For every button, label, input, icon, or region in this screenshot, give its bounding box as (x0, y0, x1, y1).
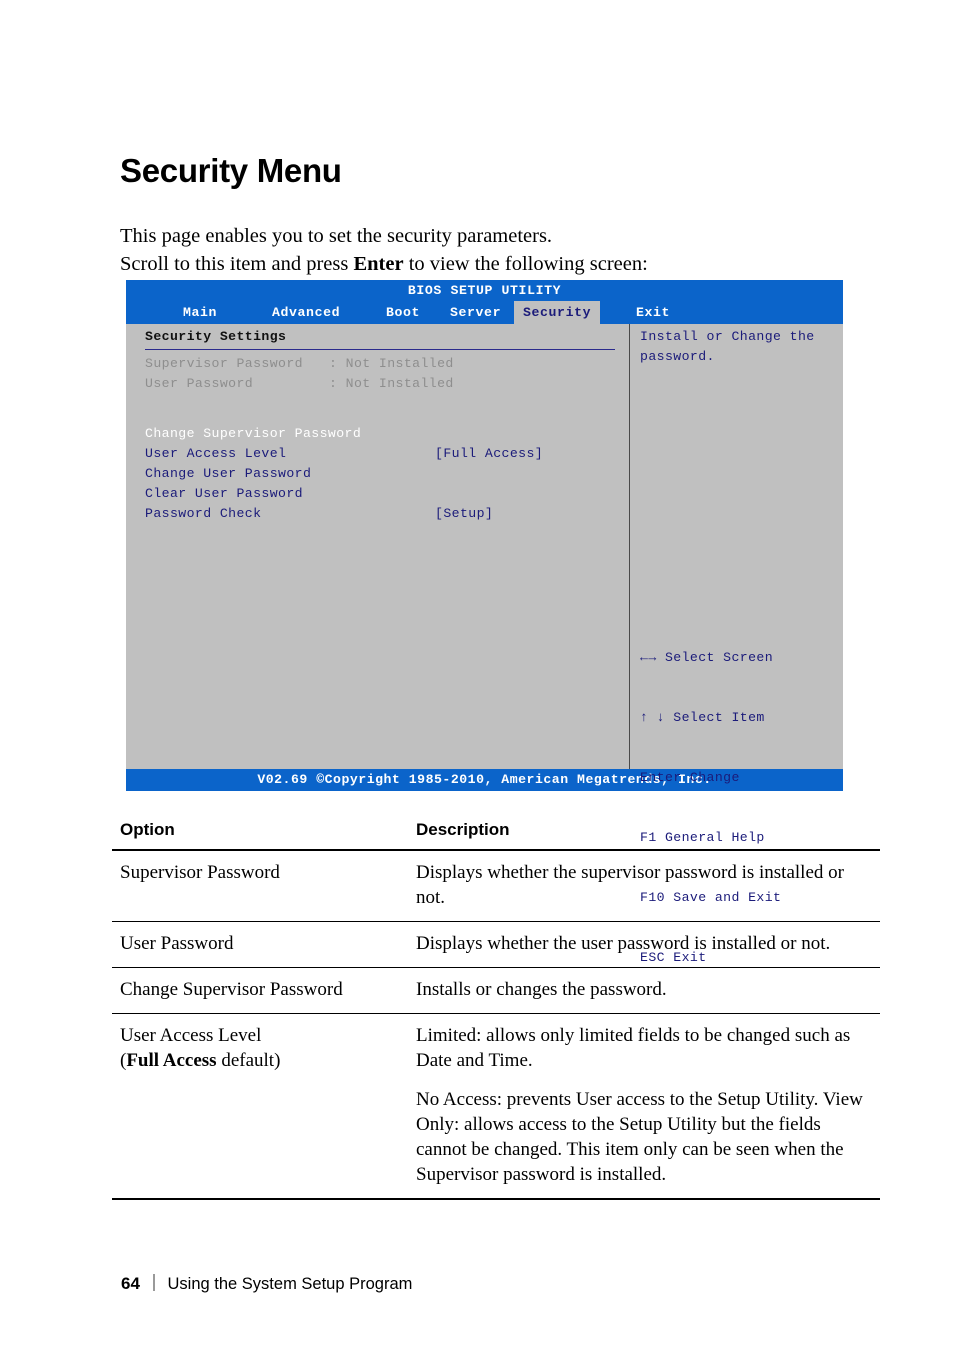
bios-row-clear-user-password[interactable]: Clear User Password (145, 484, 303, 504)
description-paragraph: Displays whether the user password is in… (416, 933, 831, 954)
bios-help-text: Install or Change the password. (640, 329, 815, 364)
bios-title: BIOS SETUP UTILITY (126, 280, 843, 301)
note-suffix: default) (216, 1050, 281, 1071)
bios-row-password-check[interactable]: Password Check [Setup] (145, 504, 493, 524)
description-paragraph: Installs or changes the password. (416, 979, 667, 1000)
bios-row-change-user-password[interactable]: Change User Password (145, 464, 311, 484)
bios-setup-screenshot: BIOS SETUP UTILITY Main Advanced Boot Se… (126, 280, 843, 965)
intro-line-1: This page enables you to set the securit… (120, 225, 553, 247)
bios-tab-main[interactable]: Main (174, 301, 226, 324)
bios-menu-bar[interactable]: Main Advanced Boot Server Security Exit (126, 301, 843, 324)
table-row: Supervisor Password Displays whether the… (112, 850, 880, 922)
footer-section-title: Using the System Setup Program (167, 1275, 413, 1293)
description-paragraph: Limited: allows only limited fields to b… (416, 1025, 851, 1071)
description-paragraph: Displays whether the supervisor password… (416, 862, 844, 908)
intro-line-2-prefix: Scroll to this item and press (120, 253, 354, 275)
column-header-description: Description (408, 818, 880, 851)
bios-row-change-supervisor-password[interactable]: Change Supervisor Password (145, 424, 361, 444)
bios-tab-security[interactable]: Security (514, 301, 601, 324)
table-row: Change Supervisor Password Installs or c… (112, 967, 880, 1014)
bios-row-label: Clear User Password (145, 486, 303, 501)
legend-enter-change: Enter Change (640, 770, 740, 785)
legend-select-screen: ←→ Select Screen (640, 650, 774, 665)
bios-row-value[interactable]: [Full Access] (435, 444, 543, 464)
cell-option: User Password (112, 921, 408, 968)
bios-row-label: User Password (145, 376, 254, 391)
cell-description: Displays whether the user password is in… (408, 921, 880, 968)
bios-section-heading: Security Settings (145, 329, 287, 344)
table-row: User Access Level (Full Access default) … (112, 1013, 880, 1200)
cell-description: Displays whether the supervisor password… (408, 850, 880, 922)
bios-row-label: User Access Level (145, 446, 287, 461)
cell-description: Limited: allows only limited fields to b… (408, 1013, 880, 1200)
table-header-row: Option Description (112, 818, 880, 851)
bios-row-value: : Not Installed (329, 356, 454, 371)
bios-row-value: : Not Installed (329, 376, 454, 391)
intro-paragraph: This page enables you to set the securit… (120, 222, 860, 278)
bios-tab-server[interactable]: Server (441, 301, 510, 324)
bios-body: Security Settings Supervisor Password : N… (126, 324, 843, 965)
bios-settings-panel: Security Settings Supervisor Password : N… (126, 324, 629, 769)
bios-row-label: Change Supervisor Password (145, 426, 362, 441)
legend-select-item: ↑ ↓ Select Item (640, 710, 765, 725)
page-number: 64 (121, 1274, 140, 1293)
bios-row-value[interactable]: [Setup] (435, 504, 493, 524)
column-header-option: Option (112, 818, 408, 851)
cell-option-label: User Access Level (120, 1025, 262, 1046)
bios-row-user-password: User Password : Not Installed (145, 374, 453, 394)
page-title: Security Menu (120, 152, 342, 189)
bios-tab-boot[interactable]: Boot (377, 301, 429, 324)
bios-tab-exit[interactable]: Exit (627, 301, 679, 324)
cell-option-default-note: (Full Access default) (120, 1048, 398, 1073)
bios-row-label: Change User Password (145, 466, 312, 481)
cell-option: User Access Level (Full Access default) (112, 1013, 408, 1200)
intro-line-2: Scroll to this item and press Enter to v… (120, 250, 860, 278)
footer-separator (152, 1274, 155, 1291)
table-row: User Password Displays whether the user … (112, 921, 880, 968)
intro-line-2-suffix: to view the following screen: (403, 253, 648, 275)
cell-description: Installs or changes the password. (408, 967, 880, 1014)
cell-option: Supervisor Password (112, 850, 408, 922)
bios-section-rule (145, 349, 615, 350)
cell-option: Change Supervisor Password (112, 967, 408, 1014)
options-table: Option Description Supervisor Password D… (112, 818, 880, 1200)
bios-row-supervisor-password: Supervisor Password : Not Installed (145, 354, 453, 374)
bios-row-label: Password Check (145, 506, 262, 521)
bios-tab-advanced[interactable]: Advanced (263, 301, 349, 324)
note-bold: Full Access (126, 1050, 217, 1071)
bios-row-user-access-level[interactable]: User Access Level [Full Access] (145, 444, 543, 464)
description-paragraph: No Access: prevents User access to the S… (416, 1089, 863, 1185)
page-footer: 64 Using the System Setup Program (121, 1272, 412, 1294)
bios-help-panel: Install or Change the password. ←→ Selec… (630, 324, 843, 965)
intro-line-2-keyword: Enter (353, 253, 404, 275)
bios-row-label: Supervisor Password (145, 356, 303, 371)
